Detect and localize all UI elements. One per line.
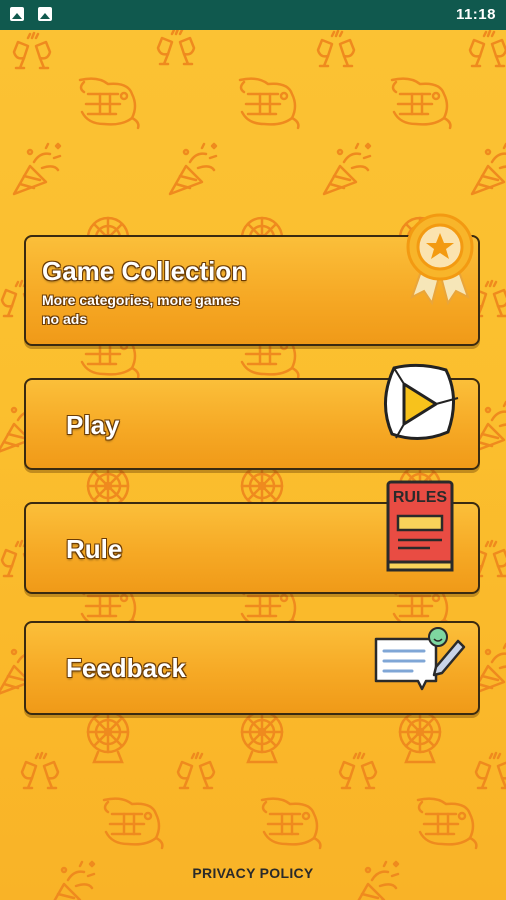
play-icon xyxy=(383,363,459,440)
feedback-icon xyxy=(374,627,466,691)
rule-label: Rule xyxy=(66,534,123,564)
privacy-policy-link[interactable]: PRIVACY POLICY xyxy=(0,865,506,881)
rule-button[interactable]: Rule RULES xyxy=(24,480,480,594)
rules-book-icon: RULES xyxy=(386,480,454,572)
game-collection-no-ads: no ads xyxy=(42,311,88,327)
status-time: 11:18 xyxy=(455,6,496,23)
rules-book-text: RULES xyxy=(393,489,448,506)
feedback-label: Feedback xyxy=(66,653,186,683)
game-collection-button[interactable]: Game Collection More categories, more ga… xyxy=(24,213,480,346)
game-collection-title: Game Collection xyxy=(42,256,248,286)
photo-icon xyxy=(38,7,52,21)
status-bar: 11:18 xyxy=(0,0,506,30)
medal-icon xyxy=(406,213,474,306)
play-button[interactable]: Play xyxy=(24,363,480,470)
play-label: Play xyxy=(66,410,120,440)
feedback-button[interactable]: Feedback xyxy=(24,621,480,715)
image-icon xyxy=(10,7,24,21)
game-collection-subtitle: More categories, more games xyxy=(42,292,240,308)
